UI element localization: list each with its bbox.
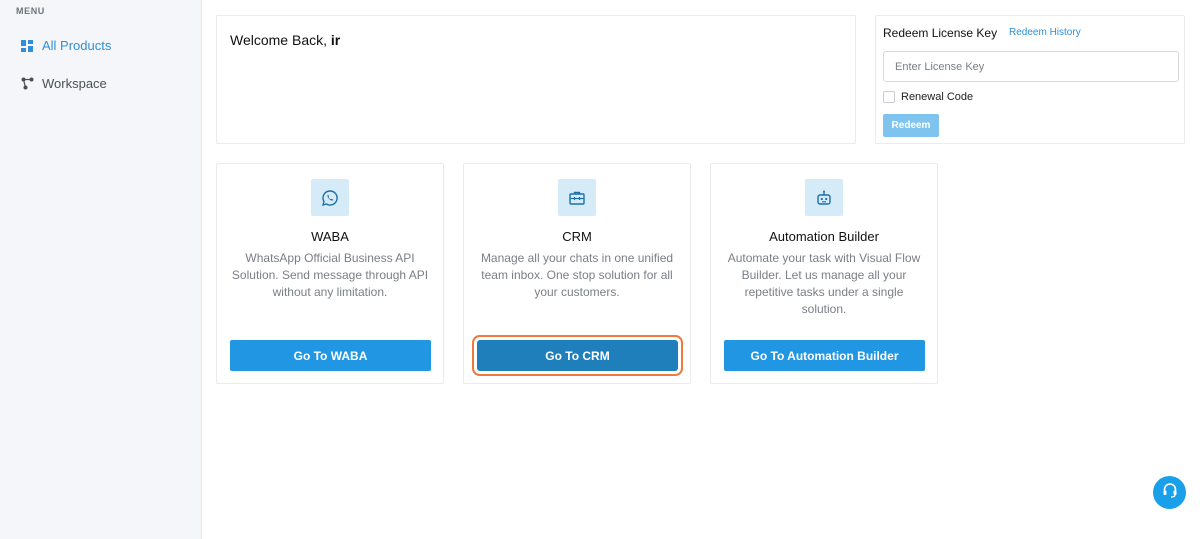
product-card-waba: WABA WhatsApp Official Business API Solu… xyxy=(216,163,444,384)
product-description: WhatsApp Official Business API Solution.… xyxy=(231,251,429,299)
go-to-automation-builder-button[interactable]: Go To Automation Builder xyxy=(724,340,925,371)
sidebar: MENU All Products Workspace xyxy=(0,0,202,539)
menu-title: MENU xyxy=(16,6,45,16)
product-card-automation-builder: Automation Builder Automate your task wi… xyxy=(710,163,938,384)
go-to-crm-button[interactable]: Go To CRM xyxy=(477,340,678,371)
sidebar-item-workspace[interactable]: Workspace xyxy=(20,76,107,91)
renewal-code-label: Renewal Code xyxy=(901,91,974,103)
nodes-icon xyxy=(20,77,34,91)
product-title: Automation Builder xyxy=(769,229,879,244)
help-chat-button[interactable] xyxy=(1153,476,1186,509)
product-title: WABA xyxy=(311,229,349,244)
sidebar-item-label: All Products xyxy=(42,38,112,53)
product-title: CRM xyxy=(562,229,592,244)
product-description: Manage all your chats in one unified tea… xyxy=(480,251,674,299)
welcome-card: Welcome Back, ir xyxy=(216,15,856,144)
welcome-message: Welcome Back, ir xyxy=(230,32,340,48)
redeem-button[interactable]: Redeem xyxy=(883,114,939,137)
go-to-waba-button[interactable]: Go To WABA xyxy=(230,340,431,371)
sidebar-item-all-products[interactable]: All Products xyxy=(20,38,111,53)
grid-icon xyxy=(20,39,34,53)
redeem-history-link[interactable]: Redeem History xyxy=(1009,27,1081,38)
redeem-card: Redeem License Key Redeem History Renewa… xyxy=(875,15,1185,144)
whatsapp-icon xyxy=(311,179,349,216)
checkbox-box[interactable] xyxy=(883,91,895,103)
user-name: ir xyxy=(330,32,341,48)
sidebar-item-label: Workspace xyxy=(42,76,107,91)
headset-icon xyxy=(1161,481,1179,504)
product-description: Automate your task with Visual Flow Buil… xyxy=(727,251,921,316)
briefcase-icon xyxy=(558,179,596,216)
renewal-code-checkbox[interactable]: Renewal Code xyxy=(883,91,973,103)
redeem-title: Redeem License Key xyxy=(883,26,998,40)
license-key-input[interactable] xyxy=(883,51,1179,82)
welcome-prefix: Welcome Back, xyxy=(230,32,331,48)
robot-icon xyxy=(805,179,843,216)
product-card-crm: CRM Manage all your chats in one unified… xyxy=(463,163,691,384)
